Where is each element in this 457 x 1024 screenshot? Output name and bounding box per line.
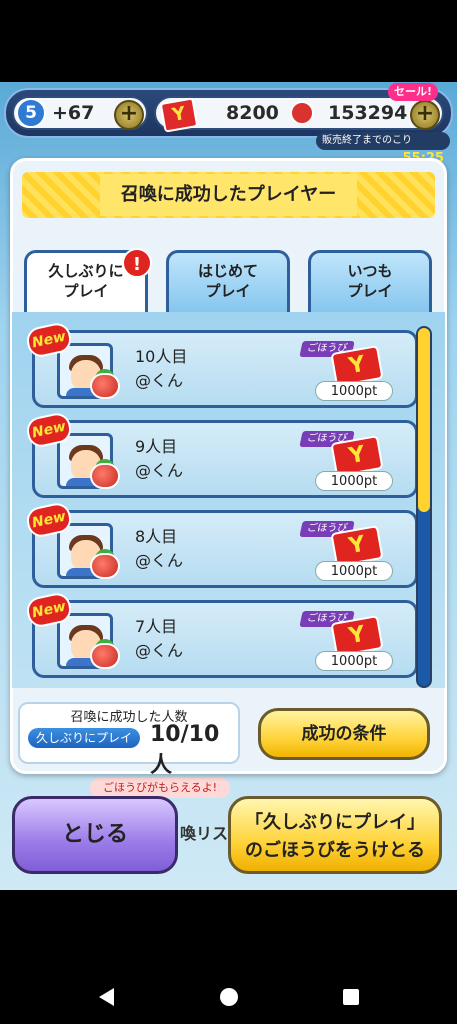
resource-bar: 5 +67 + Y 8200 153294 + [4,88,453,138]
coin-icon [290,101,314,125]
background-list-text: 喚リス [180,824,229,843]
list-item[interactable]: New 8人目 @くん ごほうび Y 1000pt [24,500,418,588]
stamina-pill: 5 +67 + [12,96,148,130]
yokai-icon [90,643,120,669]
scrollbar-thumb[interactable] [418,328,430,512]
tab-label-line2: プレイ [205,282,251,300]
stamina-value: +67 [52,102,95,124]
player-name: @くん [135,641,184,660]
player-order: 8人目 [135,527,178,546]
points-card-icon: Y [159,97,199,133]
claim-label-line1: 「久しぶりにプレイ」 [245,812,425,833]
claim-label-line2: のごほうびをうけとる [245,840,425,861]
timer-label: 販売終了までのこり [322,135,412,146]
player-list[interactable]: New 10人目 @くん ごほうび Y 1000pt New 9人目 @くん ご… [12,312,445,688]
reward-points: 1000pt [315,651,393,671]
background-banner: ごほうびがもらえるよ! [90,778,230,798]
player-name: @くん [135,461,184,480]
list-item[interactable]: New 9人目 @くん ごほうび Y 1000pt [24,410,418,498]
tab-label-line1: いつも [347,262,393,280]
status-bar [0,0,457,82]
tab-label-line1: はじめて [197,262,258,280]
close-button[interactable]: とじる [12,796,178,874]
conditions-button[interactable]: 成功の条件 [258,708,430,760]
claim-reward-button[interactable]: 「久しぶりにプレイ」 のごほうびをうけとる [228,796,442,874]
sale-badge: セール! [388,83,439,101]
sale-timer: 販売終了までのこり 55:25 [316,132,450,166]
yokai-icon [90,373,120,399]
reward-points: 1000pt [315,381,393,401]
add-coins-button[interactable]: + [410,100,440,130]
tab-first-time[interactable]: はじめて プレイ [166,250,290,312]
count-category: 久しぶりにプレイ [28,728,140,748]
count-value: 10/10人 [150,722,220,778]
tab-regular[interactable]: いつも プレイ [308,250,432,312]
recents-icon[interactable] [340,986,362,1008]
panel-title: 召喚に成功したプレイヤー [100,174,357,216]
yokai-icon [90,553,120,579]
currency-pill: Y 8200 153294 + [154,96,444,133]
summon-count-box: 召喚に成功した人数 久しぶりにプレイ 10/10人 [18,702,240,778]
tab-label-line2: プレイ [63,282,109,300]
points-value: 8200 [226,102,279,124]
player-order: 7人目 [135,617,178,636]
player-name: @くん [135,551,184,570]
back-icon[interactable] [96,986,118,1008]
alert-badge: ! [122,248,152,278]
list-item[interactable]: New 10人目 @くん ごほうび Y 1000pt [24,320,418,408]
player-name: @くん [135,371,184,390]
add-stamina-button[interactable]: + [114,100,144,130]
player-order: 9人目 [135,437,178,456]
home-icon[interactable] [218,986,240,1008]
reward-points: 1000pt [315,561,393,581]
list-item[interactable]: New 7人目 @くん ごほうび Y 1000pt [24,590,418,678]
coins-value: 153294 [328,102,408,124]
tab-label-line2: プレイ [347,282,393,300]
yokai-icon [90,463,120,489]
reward-points: 1000pt [315,471,393,491]
level-icon: 5 [16,98,46,128]
player-order: 10人目 [135,347,188,366]
